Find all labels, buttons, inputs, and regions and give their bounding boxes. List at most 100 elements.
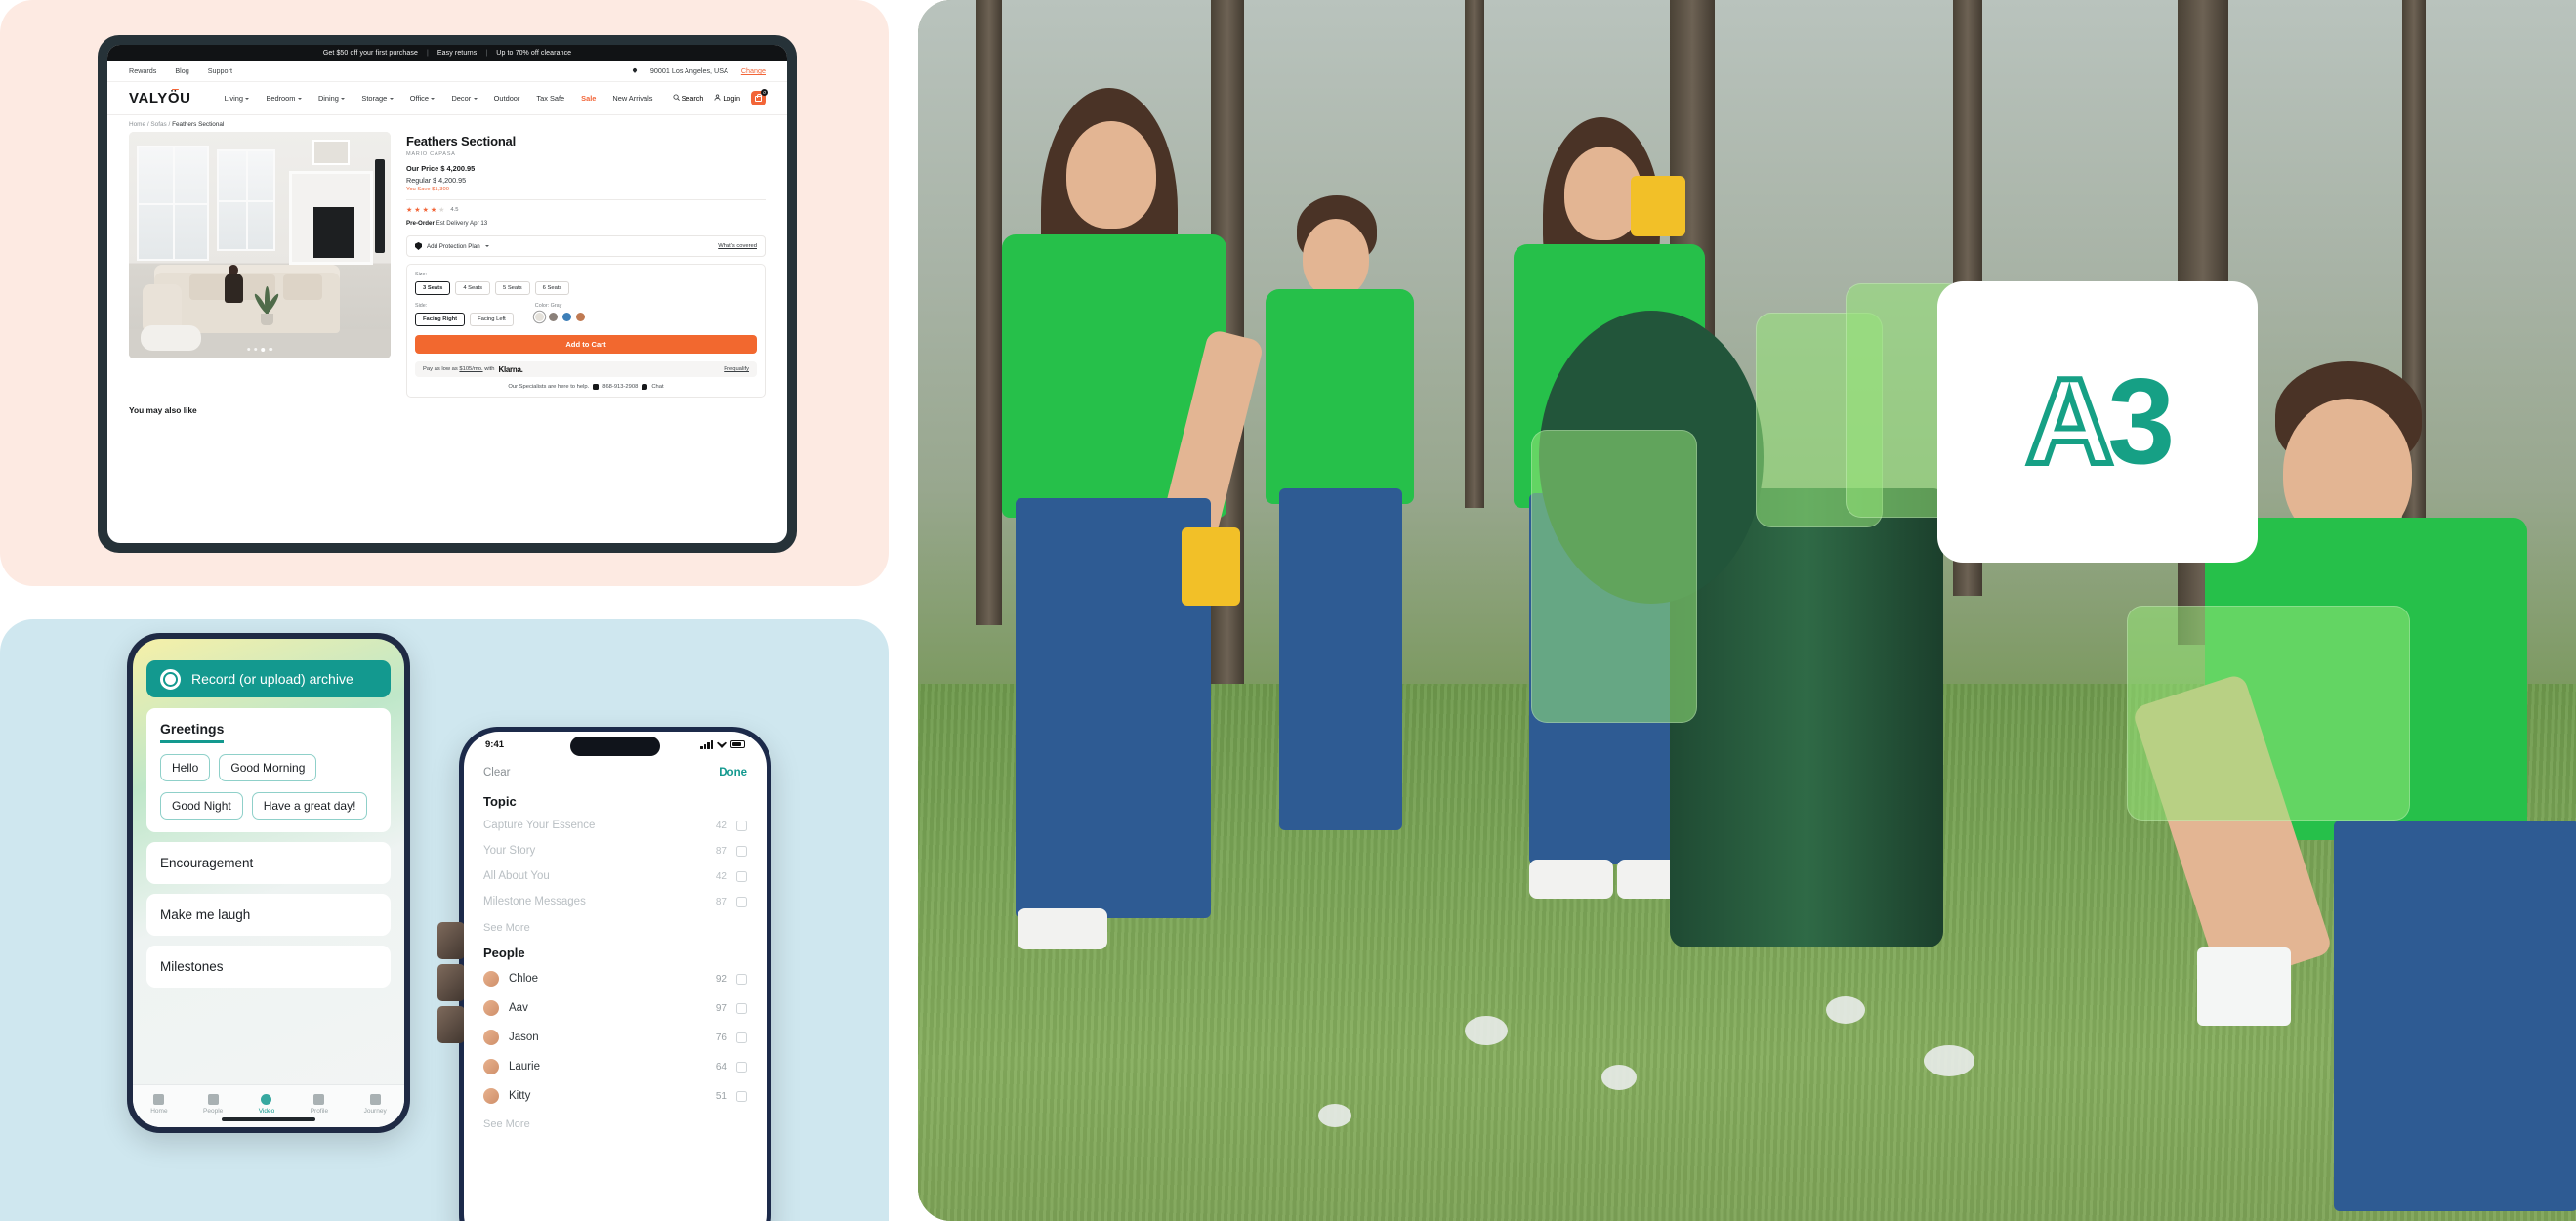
logo-letter-a: A — [2023, 352, 2117, 492]
row-make-me-laugh[interactable]: Make me laugh — [146, 894, 391, 936]
checkbox-empty-icon[interactable] — [736, 896, 747, 907]
plant-pot — [261, 314, 273, 325]
checkbox-empty-icon[interactable] — [736, 1032, 747, 1043]
checkbox-empty-icon[interactable] — [736, 1090, 747, 1102]
search-button[interactable]: Search — [673, 94, 703, 103]
side-chip-facing-right[interactable]: Facing Right — [415, 313, 466, 326]
breadcrumb-home[interactable]: Home — [129, 121, 145, 128]
pill-have-a-great-day[interactable]: Have a great day! — [251, 792, 368, 820]
gallery-dot[interactable] — [254, 348, 258, 352]
color-swatch-blue[interactable] — [561, 313, 571, 321]
checkbox-empty-icon[interactable] — [736, 1061, 747, 1073]
row-milestones[interactable]: Milestones — [146, 946, 391, 988]
utility-link-rewards[interactable]: Rewards — [129, 66, 156, 75]
phone-icon — [593, 384, 600, 390]
specialist-phone[interactable]: 868-913-2908 — [602, 384, 638, 390]
nav-item-new-arrivals[interactable]: New Arrivals — [612, 94, 652, 103]
topic-row-your-story[interactable]: Your Story 87 — [464, 838, 767, 863]
jeans — [1279, 488, 1402, 830]
utility-link-blog[interactable]: Blog — [175, 66, 188, 75]
size-chip-6-seats[interactable]: 6 Seats — [534, 281, 570, 295]
checkbox-empty-icon[interactable] — [736, 845, 747, 857]
nav-label: Decor — [451, 94, 472, 103]
checkbox-empty-icon[interactable] — [736, 820, 747, 831]
chevron-down-icon — [484, 245, 489, 247]
tab-people[interactable]: People — [203, 1094, 223, 1115]
tab-video[interactable]: Video — [259, 1094, 274, 1115]
person-row-kitty[interactable]: Kitty 51 — [464, 1081, 767, 1111]
gallery-dot[interactable] — [269, 348, 272, 352]
nav-item-decor[interactable]: Decor — [451, 94, 478, 103]
nav-item-bedroom[interactable]: Bedroom — [266, 94, 302, 103]
klarna-with: with — [484, 366, 495, 372]
product-gallery[interactable] — [129, 132, 391, 398]
person-row-laurie[interactable]: Laurie 64 — [464, 1052, 767, 1081]
color-swatch-gray[interactable] — [534, 313, 544, 321]
person-row-aav[interactable]: Aav 97 — [464, 993, 767, 1023]
size-chip-5-seats[interactable]: 5 Seats — [494, 281, 530, 295]
checkbox-empty-icon[interactable] — [736, 973, 747, 985]
klarna-row[interactable]: Pay as low as $105/mo. with Klarna. Preq… — [415, 361, 757, 377]
size-chip-3-seats[interactable]: 3 Seats — [415, 281, 451, 295]
nav-item-storage[interactable]: Storage — [361, 94, 394, 103]
product-hero-image[interactable] — [129, 132, 391, 358]
tab-label: Home — [150, 1108, 168, 1115]
utility-link-support[interactable]: Support — [208, 66, 232, 75]
people-see-more[interactable]: See More — [464, 1111, 767, 1132]
specialist-chat-link[interactable]: Chat — [651, 384, 663, 390]
status-bar: 9:41 — [464, 732, 767, 757]
clear-button[interactable]: Clear — [483, 767, 510, 779]
side-chip-facing-left[interactable]: Facing Left — [470, 313, 514, 326]
green-bag-left — [1531, 430, 1697, 723]
avatar-icon — [483, 1088, 499, 1104]
rating[interactable]: ★ ★ ★ ★ ★ 4.5 — [406, 206, 766, 214]
cart-button[interactable]: 0 — [751, 89, 768, 105]
person-row-chloe[interactable]: Chloe 92 — [464, 964, 767, 993]
topic-row-milestone-messages[interactable]: Milestone Messages 87 — [464, 889, 767, 914]
product-title: Feathers Sectional — [406, 134, 516, 148]
nav-item-outdoor[interactable]: Outdoor — [494, 94, 520, 103]
nav-item-office[interactable]: Office — [410, 94, 436, 103]
seated-person — [223, 265, 246, 308]
size-chip-4-seats[interactable]: 4 Seats — [455, 281, 490, 295]
gallery-dot-active[interactable] — [261, 348, 266, 352]
topic-row-all-about-you[interactable]: All About You 42 — [464, 863, 767, 889]
product-info: Feathers Sectional MARIO CAPASA Our Pric… — [406, 132, 766, 398]
tab-home[interactable]: Home — [150, 1094, 168, 1115]
protection-plan-row[interactable]: Add Protection Plan What's covered — [406, 235, 766, 257]
change-location-link[interactable]: Change — [741, 66, 766, 75]
pill-hello[interactable]: Hello — [160, 754, 211, 781]
pill-good-night[interactable]: Good Night — [160, 792, 243, 820]
side-label: Side: — [415, 303, 428, 309]
pill-good-morning[interactable]: Good Morning — [219, 754, 317, 781]
tab-journey[interactable]: Journey — [364, 1094, 387, 1115]
person-row-jason[interactable]: Jason 76 — [464, 1023, 767, 1052]
checkbox-empty-icon[interactable] — [736, 1002, 747, 1014]
breadcrumb-sofas[interactable]: Sofas — [150, 121, 166, 128]
nav-item-sale[interactable]: Sale — [581, 94, 596, 103]
done-button[interactable]: Done — [719, 767, 747, 779]
record-archive-button[interactable]: Record (or upload) archive — [146, 660, 391, 697]
breadcrumb-current: Feathers Sectional — [172, 121, 225, 128]
checkbox-empty-icon[interactable] — [736, 870, 747, 882]
color-swatch-rust[interactable] — [575, 313, 585, 321]
klarna-amount[interactable]: $105/mo. — [459, 366, 482, 372]
add-to-cart-button[interactable]: Add to Cart — [415, 335, 757, 354]
laptop-mockup: Get $50 off your first purchase | Easy r… — [98, 35, 797, 553]
tab-profile[interactable]: Profile — [311, 1094, 328, 1115]
row-encouragement[interactable]: Encouragement — [146, 842, 391, 884]
utility-location[interactable]: 90001 Los Angeles, USA Change — [632, 66, 766, 75]
tab-label: People — [203, 1108, 224, 1115]
gallery-dot[interactable] — [247, 348, 251, 352]
nav-item-tax-safe[interactable]: Tax Safe — [536, 94, 564, 103]
topic-row-capture-your-essence[interactable]: Capture Your Essence 42 — [464, 813, 767, 838]
color-swatch-taupe[interactable] — [548, 313, 558, 321]
topic-see-more[interactable]: See More — [464, 914, 767, 936]
gallery-dots[interactable] — [247, 348, 272, 352]
brand-logo[interactable]: VALYÖU — [129, 88, 191, 106]
login-button[interactable]: Login — [714, 94, 740, 103]
nav-item-dining[interactable]: Dining — [318, 94, 346, 103]
whats-covered-link[interactable]: What's covered — [718, 243, 757, 249]
nav-item-living[interactable]: Living — [225, 94, 250, 103]
klarna-prequalify-link[interactable]: Prequalify — [724, 366, 749, 372]
